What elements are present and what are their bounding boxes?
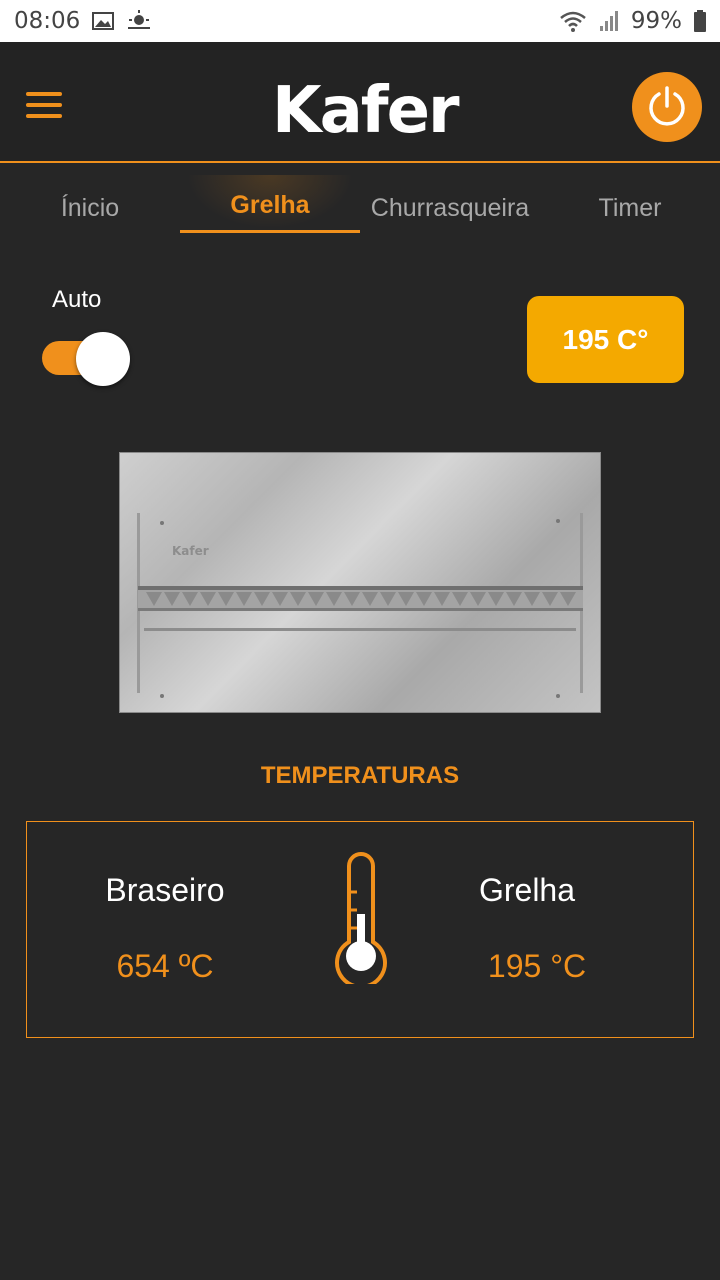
braseiro-label: Braseiro: [105, 872, 225, 908]
grill-illustration: Kafer: [137, 513, 583, 698]
gallery-icon: [92, 11, 115, 31]
grill-temperature-badge[interactable]: 195 C°: [527, 296, 684, 383]
tab-grelha[interactable]: Grelha: [180, 175, 360, 233]
thermometer-icon: [333, 852, 389, 989]
tab-churrasqueira[interactable]: Churrasqueira: [360, 175, 540, 233]
tab-inicio[interactable]: Ínicio: [0, 175, 180, 233]
braseiro-value: 654 ºC: [116, 948, 214, 984]
temperatures-title: TEMPERATURAS: [260, 762, 460, 789]
temperatures-panel: Braseiro 654 ºC Grelha 195 °C: [26, 821, 694, 1038]
signal-icon: [599, 10, 619, 32]
status-right: 99%: [559, 8, 706, 34]
auto-toggle[interactable]: [42, 332, 130, 386]
status-left: 08:06: [14, 8, 152, 34]
battery-icon: [694, 10, 706, 32]
status-time: 08:06: [14, 8, 81, 34]
hamburger-icon[interactable]: [26, 92, 62, 118]
power-icon: [649, 86, 685, 126]
svg-text:Kafer: Kafer: [172, 544, 209, 558]
logo-text: Kafer: [272, 74, 460, 148]
app-header: Kafer: [0, 42, 720, 163]
grelha-value: 195 °C: [487, 948, 587, 984]
auto-label: Auto: [52, 286, 102, 313]
toggle-knob: [76, 332, 130, 386]
power-button[interactable]: [632, 72, 702, 142]
battery-level: 99%: [630, 8, 682, 34]
menu-bar: [26, 92, 62, 96]
grelha-label: Grelha: [478, 872, 576, 908]
wifi-icon: [559, 10, 587, 32]
weather-icon: [126, 10, 152, 32]
status-bar: 08:06 99%: [0, 0, 720, 42]
tab-bar: Ínicio Grelha Churrasqueira Timer: [0, 175, 720, 235]
grill-image: Kafer: [119, 452, 601, 713]
kafer-logo: Kafer: [272, 66, 460, 156]
menu-bar: [26, 114, 62, 118]
tab-timer[interactable]: Timer: [540, 175, 720, 233]
menu-bar: [26, 103, 62, 107]
